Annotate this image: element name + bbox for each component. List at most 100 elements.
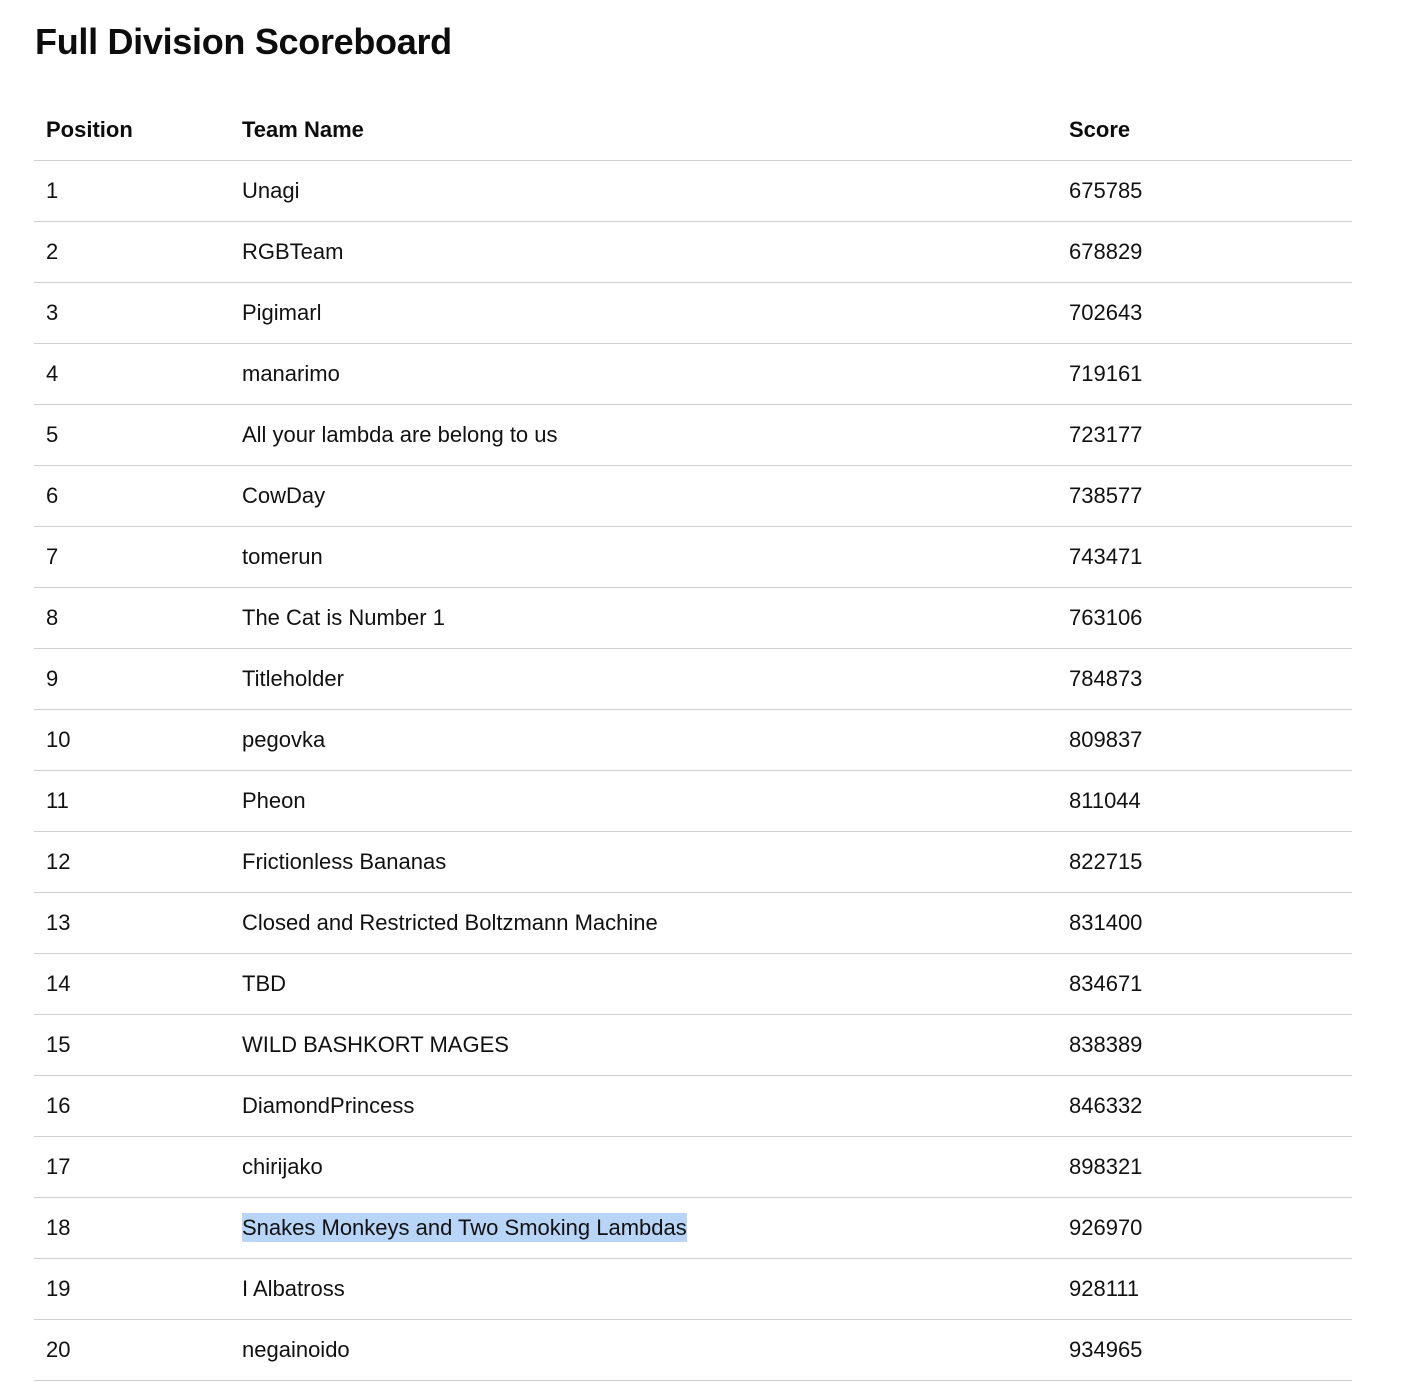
team-name-cell: The Cat is Number 1 [230,587,1057,649]
position-cell: 12 [34,831,230,893]
position-cell: 17 [34,1136,230,1198]
header-row: Position Team Name Score [34,99,1352,161]
team-name-text: Pheon [242,788,306,813]
position-cell: 3 [34,282,230,344]
table-row: 2 RGBTeam 678829 [34,221,1352,283]
score-cell: 811044 [1057,770,1352,832]
score-cell: 846332 [1057,1075,1352,1137]
team-name-cell: WILD BASHKORT MAGES [230,1014,1057,1076]
team-name-cell: manarimo [230,343,1057,405]
score-cell: 831400 [1057,892,1352,954]
position-cell: 16 [34,1075,230,1137]
team-name-text: chirijako [242,1154,323,1179]
score-cell: 838389 [1057,1014,1352,1076]
team-name-text: Closed and Restricted Boltzmann Machine [242,910,658,935]
team-name-text: Pigimarl [242,300,322,325]
table-row: 17 chirijako 898321 [34,1136,1352,1198]
position-cell: 5 [34,404,230,466]
position-cell: 6 [34,465,230,527]
team-name-cell: chirijako [230,1136,1057,1198]
team-name-cell: Pigimarl [230,282,1057,344]
team-name-text: DiamondPrincess [242,1093,415,1118]
team-name-cell: All your lambda are belong to us [230,404,1057,466]
team-name-text: Unagi [242,178,300,203]
score-cell: 723177 [1057,404,1352,466]
score-cell: 928111 [1057,1258,1352,1320]
table-row: 3 Pigimarl 702643 [34,282,1352,344]
table-row: 10 pegovka 809837 [34,709,1352,771]
table-row: 4 manarimo 719161 [34,343,1352,405]
table-row: 16 DiamondPrincess 846332 [34,1075,1352,1137]
table-row: 19 I Albatross 928111 [34,1258,1352,1320]
position-cell: 14 [34,953,230,1015]
table-row: 9 Titleholder 784873 [34,648,1352,710]
position-cell: 11 [34,770,230,832]
score-cell: 934965 [1057,1319,1352,1381]
team-name-text: Titleholder [242,666,344,691]
team-name-text: manarimo [242,361,340,386]
scoreboard-body: 1 Unagi 675785 2 RGBTeam 678829 3 Pigimarl 70264… [34,160,1352,1381]
position-cell: 10 [34,709,230,771]
team-name-cell: Unagi [230,160,1057,222]
score-cell: 784873 [1057,648,1352,710]
team-name-cell: I Albatross [230,1258,1057,1320]
score-column-header: Score [1057,99,1352,161]
team-name-cell: Titleholder [230,648,1057,710]
position-cell: 18 [34,1197,230,1259]
table-row: 7 tomerun 743471 [34,526,1352,588]
score-cell: 898321 [1057,1136,1352,1198]
team-name-cell: TBD [230,953,1057,1015]
team-name-column-header: Team Name [230,99,1057,161]
position-cell: 13 [34,892,230,954]
team-name-cell: Pheon [230,770,1057,832]
team-name-cell: Snakes Monkeys and Two Smoking Lambdas [230,1197,1057,1259]
position-cell: 15 [34,1014,230,1076]
team-name-cell: tomerun [230,526,1057,588]
position-cell: 2 [34,221,230,283]
table-row: 20 negainoido 934965 [34,1319,1352,1381]
table-row: 15 WILD BASHKORT MAGES 838389 [34,1014,1352,1076]
position-cell: 9 [34,648,230,710]
table-row: 11 Pheon 811044 [34,770,1352,832]
team-name-cell: DiamondPrincess [230,1075,1057,1137]
scoreboard-header: Position Team Name Score [34,99,1352,161]
score-cell: 702643 [1057,282,1352,344]
table-row: 8 The Cat is Number 1 763106 [34,587,1352,649]
scoreboard-table: Position Team Name Score 1 Unagi 675785 2 RG… [34,99,1352,1381]
position-cell: 7 [34,526,230,588]
table-row: 14 TBD 834671 [34,953,1352,1015]
position-cell: 1 [34,160,230,222]
team-name-text: RGBTeam [242,239,344,264]
team-name-text: tomerun [242,544,323,569]
score-cell: 738577 [1057,465,1352,527]
team-name-cell: Frictionless Bananas [230,831,1057,893]
team-name-text: WILD BASHKORT MAGES [242,1032,509,1057]
score-cell: 834671 [1057,953,1352,1015]
table-row: 12 Frictionless Bananas 822715 [34,831,1352,893]
team-name-cell: negainoido [230,1319,1057,1381]
score-cell: 822715 [1057,831,1352,893]
table-row: 6 CowDay 738577 [34,465,1352,527]
score-cell: 763106 [1057,587,1352,649]
team-name-text: The Cat is Number 1 [242,605,445,630]
table-row: 1 Unagi 675785 [34,160,1352,222]
score-cell: 678829 [1057,221,1352,283]
position-column-header: Position [34,99,230,161]
score-cell: 719161 [1057,343,1352,405]
team-name-text: negainoido [242,1337,350,1362]
table-row: 18 Snakes Monkeys and Two Smoking Lambdas… [34,1197,1352,1259]
score-cell: 926970 [1057,1197,1352,1259]
table-row: 13 Closed and Restricted Boltzmann Machin… [34,892,1352,954]
team-name-cell: Closed and Restricted Boltzmann Machine [230,892,1057,954]
score-cell: 743471 [1057,526,1352,588]
position-cell: 19 [34,1258,230,1320]
team-name-text: pegovka [242,727,326,752]
score-cell: 809837 [1057,709,1352,771]
position-cell: 8 [34,587,230,649]
position-cell: 20 [34,1319,230,1381]
team-name-text: All your lambda are belong to us [242,422,558,447]
team-name-cell: CowDay [230,465,1057,527]
page-title: Full Division Scoreboard [35,21,452,62]
table-row: 5 All your lambda are belong to us 723177 [34,404,1352,466]
team-name-text: CowDay [242,483,326,508]
